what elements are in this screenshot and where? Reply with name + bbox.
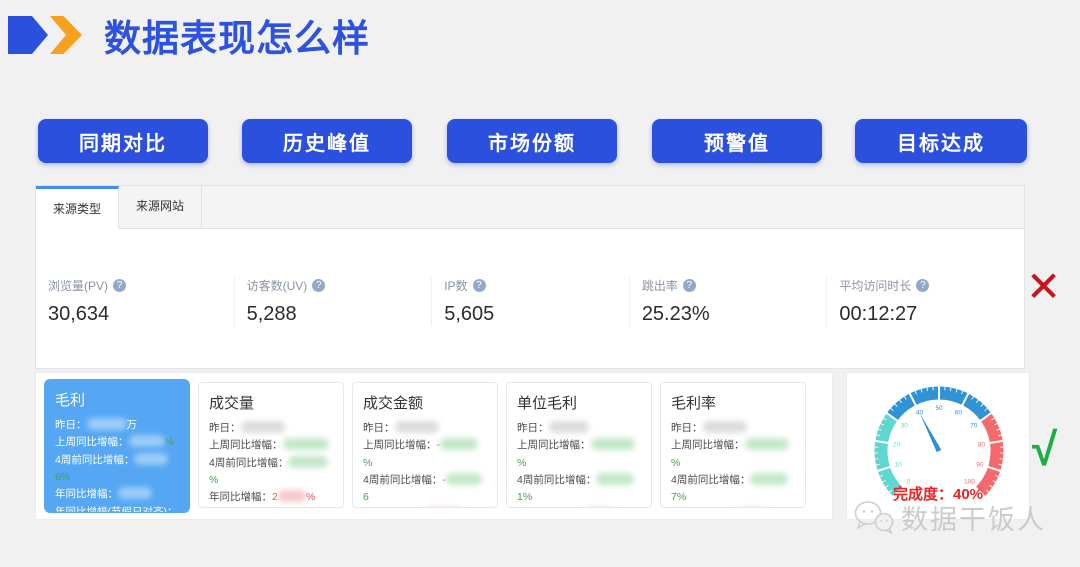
redacted-value bbox=[288, 456, 328, 468]
card-stat-row: 4周前同比增幅：% bbox=[209, 455, 333, 490]
metric-label: 平均访问时长 bbox=[839, 277, 911, 294]
title-arrow-pentagon-icon bbox=[8, 16, 48, 54]
metric-label: 浏览量(PV) bbox=[48, 277, 108, 294]
kpi-cards-panel: 毛利 昨日：万 上周同比增幅：% 4周前同比增幅：6% 年同比增幅： 年同比增幅… bbox=[35, 372, 833, 520]
metric-pv: 浏览量(PV)? 30,634 bbox=[36, 277, 234, 326]
card-unit-gross-profit[interactable]: 单位毛利 昨日： 上周同比增幅：% 4周前同比增幅：1% 年同比增幅：-% 年同… bbox=[506, 382, 652, 508]
card-stat-row: 年同比增幅：2% bbox=[209, 489, 333, 506]
tab-bar: 来源类型 来源网站 bbox=[36, 186, 1024, 229]
redacted-value bbox=[134, 453, 168, 465]
redacted-value bbox=[395, 421, 439, 433]
metric-label: IP数 bbox=[444, 277, 467, 294]
card-stat-row: 昨日： bbox=[363, 420, 487, 437]
metric-value: 00:12:27 bbox=[839, 303, 1024, 326]
button-market-share[interactable]: 市场份额 bbox=[447, 119, 617, 163]
tab-source-website[interactable]: 来源网站 bbox=[119, 186, 202, 229]
card-stat-row: 上周同比增幅：% bbox=[517, 437, 641, 472]
redacted-value bbox=[549, 421, 589, 433]
redacted-value bbox=[446, 473, 482, 485]
watermark-text: 数据干饭人 bbox=[901, 498, 1046, 537]
card-title: 毛利 bbox=[55, 389, 179, 410]
redacted-value bbox=[750, 473, 788, 485]
svg-text:10: 10 bbox=[894, 461, 902, 468]
card-title: 毛利率 bbox=[671, 392, 795, 413]
card-volume[interactable]: 成交量 昨日： 上周同比增幅： 4周前同比增幅：% 年同比增幅：2% 年同比增幅… bbox=[198, 382, 344, 508]
card-stat-row: 4周前同比增幅：1% bbox=[517, 472, 641, 507]
page-title: 数据表现怎么样 bbox=[104, 8, 370, 62]
card-stat-row: 昨日：万 bbox=[55, 417, 179, 434]
redacted-value bbox=[591, 438, 635, 450]
page-header: 数据表现怎么样 bbox=[8, 15, 370, 55]
wechat-icon bbox=[852, 499, 896, 537]
redacted-value bbox=[440, 438, 478, 450]
card-stat-row: 4周前同比增幅：-6 bbox=[363, 472, 487, 507]
card-stat-row: 4周前同比增幅：6% bbox=[55, 452, 179, 487]
card-stat-row: 年同比增幅： bbox=[55, 486, 179, 503]
metric-value: 5,605 bbox=[444, 303, 629, 326]
metric-ip: IP数? 5,605 bbox=[431, 277, 629, 326]
card-stat-row: 年同比增幅：% bbox=[671, 507, 795, 508]
redacted-value bbox=[241, 421, 285, 433]
svg-text:60: 60 bbox=[955, 410, 963, 417]
metric-value: 5,288 bbox=[247, 303, 432, 326]
redacted-value bbox=[703, 421, 747, 433]
redacted-value bbox=[118, 487, 152, 499]
redacted-value bbox=[745, 438, 789, 450]
card-stat-row: 上周同比增幅：% bbox=[55, 434, 179, 451]
redacted-value bbox=[596, 473, 634, 485]
card-stat-row: 上周同比增幅：% bbox=[671, 437, 795, 472]
redacted-value bbox=[278, 490, 306, 502]
svg-text:70: 70 bbox=[970, 423, 978, 430]
button-historical-peak[interactable]: 历史峰值 bbox=[242, 119, 412, 163]
reject-x-mark: ✕ bbox=[1026, 262, 1061, 311]
slide-canvas: 数据表现怎么样 同期对比 历史峰值 市场份额 预警值 目标达成 来源类型 来源网… bbox=[0, 0, 1080, 567]
card-stat-row: 年同比增幅(节假日对齐)： bbox=[209, 507, 333, 508]
help-icon[interactable]: ? bbox=[312, 279, 325, 292]
svg-text:80: 80 bbox=[978, 441, 986, 448]
card-stat-row: 昨日： bbox=[517, 420, 641, 437]
button-same-period-compare[interactable]: 同期对比 bbox=[38, 119, 208, 163]
card-stat-row: 年同比增幅(节假日对齐)： bbox=[55, 504, 179, 513]
help-icon[interactable]: ? bbox=[916, 279, 929, 292]
metric-uv: 访客数(UV)? 5,288 bbox=[234, 277, 432, 326]
card-transaction-amount[interactable]: 成交金额 昨日： 上周同比增幅：-% 4周前同比增幅：-6 年同比增幅： 年同比… bbox=[352, 382, 498, 508]
check-mark: √ bbox=[1032, 422, 1057, 476]
help-icon[interactable]: ? bbox=[473, 279, 486, 292]
button-goal-achievement[interactable]: 目标达成 bbox=[855, 119, 1027, 163]
card-stat-row: 年同比增幅：-% bbox=[517, 507, 641, 508]
button-warning-value[interactable]: 预警值 bbox=[652, 119, 822, 163]
svg-text:90: 90 bbox=[976, 461, 984, 468]
svg-text:40: 40 bbox=[916, 410, 924, 417]
metric-label: 访客数(UV) bbox=[247, 277, 308, 294]
card-gross-profit[interactable]: 毛利 昨日：万 上周同比增幅：% 4周前同比增幅：6% 年同比增幅： 年同比增幅… bbox=[44, 379, 190, 513]
card-stat-row: 年同比增幅： bbox=[363, 507, 487, 508]
metrics-row: 浏览量(PV)? 30,634 访客数(UV)? 5,288 IP数? 5,60… bbox=[36, 277, 1024, 326]
metric-label: 跳出率 bbox=[642, 277, 678, 294]
card-gross-margin[interactable]: 毛利率 昨日： 上周同比增幅：% 4周前同比增幅：7% 年同比增幅：% 年同比增… bbox=[660, 382, 806, 508]
watermark: 数据干饭人 bbox=[852, 498, 1046, 537]
metric-value: 30,634 bbox=[48, 303, 234, 326]
redacted-value bbox=[283, 438, 329, 450]
metric-avg-visit-duration: 平均访问时长? 00:12:27 bbox=[826, 277, 1024, 326]
title-arrow-chevron-icon bbox=[50, 16, 82, 54]
card-stat-row: 昨日： bbox=[209, 420, 333, 437]
card-title: 单位毛利 bbox=[517, 392, 641, 413]
tab-source-type[interactable]: 来源类型 bbox=[36, 186, 119, 229]
traffic-source-panel: 来源类型 来源网站 浏览量(PV)? 30,634 访客数(UV)? 5,288… bbox=[35, 185, 1025, 369]
svg-text:50: 50 bbox=[935, 405, 943, 412]
help-icon[interactable]: ? bbox=[683, 279, 696, 292]
svg-text:20: 20 bbox=[893, 441, 901, 448]
card-title: 成交金额 bbox=[363, 392, 487, 413]
card-title: 成交量 bbox=[209, 392, 333, 413]
redacted-value bbox=[87, 418, 127, 430]
redacted-value bbox=[129, 435, 165, 447]
help-icon[interactable]: ? bbox=[113, 279, 126, 292]
card-stat-row: 上周同比增幅：-% bbox=[363, 437, 487, 472]
card-stat-row: 4周前同比增幅：7% bbox=[671, 472, 795, 507]
card-stat-row: 上周同比增幅： bbox=[209, 437, 333, 454]
metric-bounce-rate: 跳出率? 25.23% bbox=[629, 277, 827, 326]
svg-text:30: 30 bbox=[901, 423, 909, 430]
card-stat-row: 昨日： bbox=[671, 420, 795, 437]
metric-value: 25.23% bbox=[642, 303, 827, 326]
